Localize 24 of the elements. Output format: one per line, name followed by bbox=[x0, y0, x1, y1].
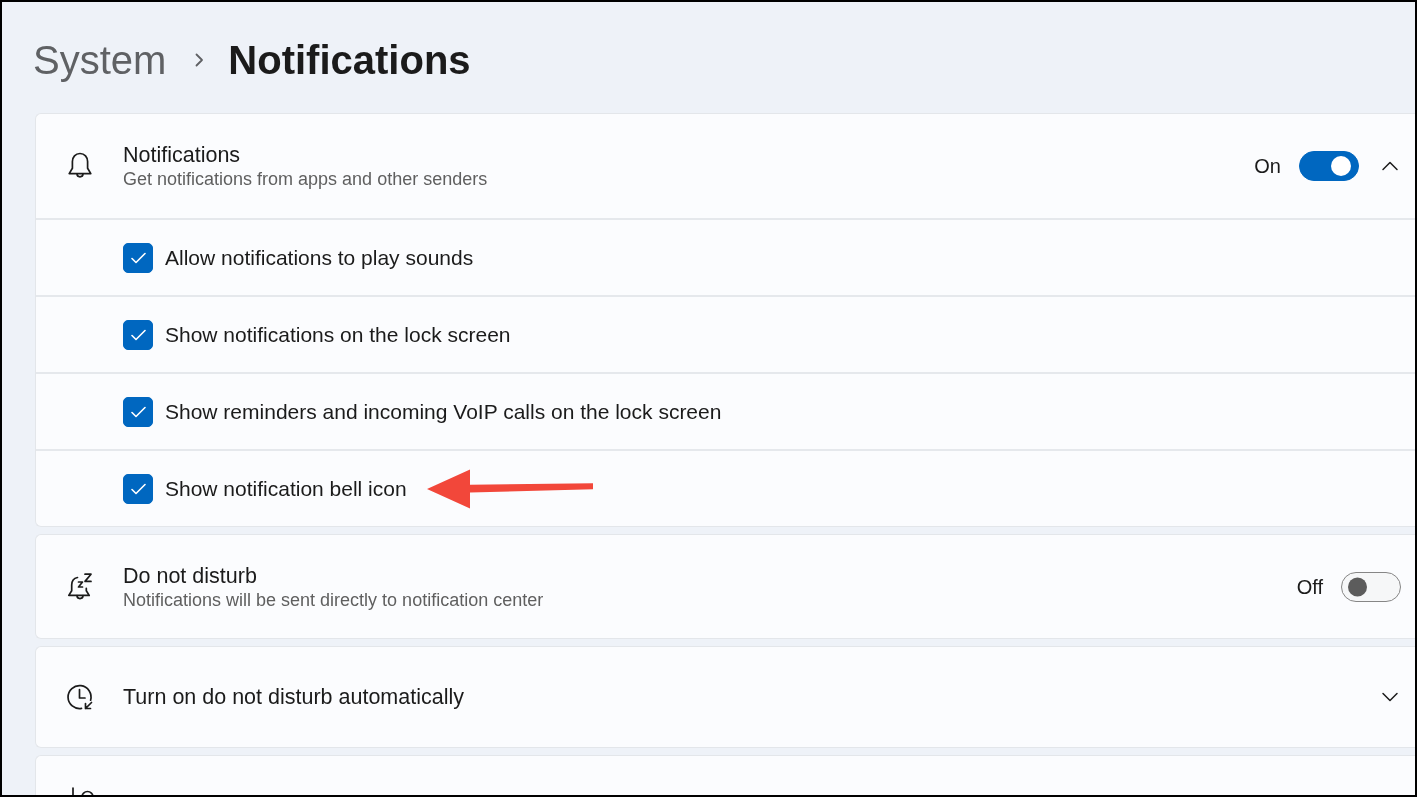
checkbox-label: Show reminders and incoming VoIP calls on the lock screen bbox=[165, 398, 722, 425]
toggle-state-label: On bbox=[1254, 154, 1281, 178]
checkbox-label: Show notification bell icon bbox=[165, 475, 407, 502]
checkbox-label: Show notifications on the lock screen bbox=[165, 321, 511, 348]
check-icon bbox=[130, 251, 146, 264]
checkbox[interactable] bbox=[123, 396, 153, 427]
toggle-switch[interactable] bbox=[1299, 151, 1359, 181]
setting-description: Notifications will be sent directly to notification center bbox=[123, 588, 544, 611]
setting-title: Do not disturb bbox=[123, 562, 257, 589]
setting-title: Turn on do not disturb automatically bbox=[123, 684, 464, 710]
check-icon bbox=[130, 328, 146, 341]
toggle-switch[interactable] bbox=[1341, 571, 1401, 602]
chevron-right-icon bbox=[194, 52, 205, 68]
checkbox[interactable] bbox=[123, 319, 153, 350]
breadcrumb-link[interactable]: System bbox=[33, 36, 167, 84]
checkbox-label: Allow notifications to play sounds bbox=[165, 244, 474, 271]
page-title: Notifications bbox=[228, 37, 471, 84]
check-icon bbox=[130, 405, 146, 418]
toggle-state-label: Off bbox=[1296, 574, 1323, 599]
check-icon bbox=[130, 482, 146, 495]
setting-description: Get notifications from apps and other senders bbox=[123, 168, 488, 190]
checkbox[interactable] bbox=[123, 242, 153, 273]
checkbox[interactable] bbox=[123, 473, 153, 504]
setting-title: Notifications bbox=[123, 142, 241, 168]
